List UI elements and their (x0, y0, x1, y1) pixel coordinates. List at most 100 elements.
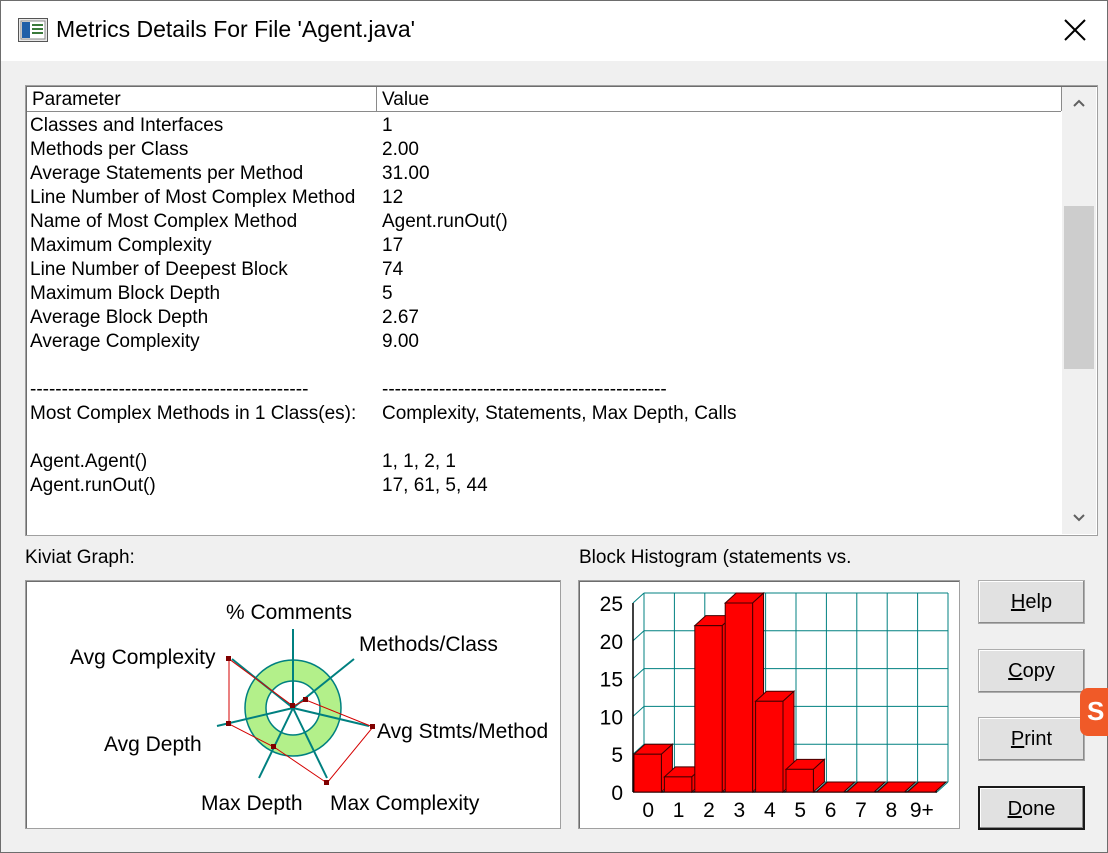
table-row[interactable] (30, 354, 1030, 378)
kiviat-axis-label: Methods/Class (359, 633, 498, 656)
value-cell: 1 (382, 115, 393, 136)
table-row[interactable]: Classes and Interfaces 1 (30, 114, 1030, 138)
kiviat-axis-label: Max Complexity (330, 792, 480, 815)
chevron-down-icon (1073, 514, 1085, 522)
table-row[interactable]: ----------------------------------------… (30, 378, 1030, 402)
parameter-cell: Agent.Agent() (30, 451, 148, 472)
parameter-cell: Maximum Block Depth (30, 283, 221, 304)
histogram-x-tick-label: 9+ (910, 799, 934, 822)
kiviat-axis-label: % Comments (226, 601, 352, 624)
parameter-cell: Average Complexity (30, 331, 200, 352)
parameter-cell: Line Number of Most Complex Method (30, 187, 356, 208)
parameter-cell: Average Block Depth (30, 307, 209, 328)
scroll-up-button[interactable] (1062, 87, 1096, 121)
value-cell: 2.67 (382, 307, 419, 328)
value-cell: Agent.runOut() (382, 211, 508, 232)
metrics-table[interactable]: Parameter Value Classes and Interfaces 1 M… (25, 85, 1098, 536)
done-accel: D (1007, 798, 1023, 820)
value-cell: 31.00 (382, 163, 430, 184)
input-method-badge[interactable]: S (1080, 688, 1108, 736)
table-row[interactable]: Agent.runOut() 17, 61, 5, 44 (30, 474, 1030, 498)
table-row[interactable]: Average Statements per Method 31.00 (30, 162, 1030, 186)
help-label: elp (1025, 591, 1053, 613)
kiviat-graph: % Comments Methods/Class Avg Stmts/Metho… (25, 580, 561, 829)
histogram-canvas: 05101520250 1 2 3 4 5 6 7 8 9+ (600, 591, 949, 822)
table-row[interactable]: Agent.Agent() 1, 1, 2, 1 (30, 450, 1030, 474)
parameter-cell: Line Number of Deepest Block (30, 259, 288, 280)
value-cell: Complexity, Statements, Max Depth, Calls (382, 403, 737, 424)
histogram-y-tick-label: 20 (600, 631, 623, 654)
block-histogram-label: Block Histogram (statements vs. (579, 547, 852, 568)
parameter-cell: ----------------------------------------… (30, 379, 309, 400)
histogram-y-tick-label: 5 (611, 744, 623, 767)
histogram-bar (755, 700, 784, 793)
value-cell: 1, 1, 2, 1 (382, 451, 456, 472)
histogram-x-tick-label: 0 (642, 799, 654, 822)
histogram-y-tick-label: 10 (600, 706, 623, 729)
parameter-cell: Agent.runOut() (30, 475, 156, 496)
histogram-x-tick-label: 5 (794, 799, 806, 822)
table-row[interactable]: Most Complex Methods in 1 Class(es): Comp… (30, 402, 1030, 426)
histogram-gridline (632, 668, 645, 679)
print-button[interactable]: Print (978, 717, 1085, 761)
scroll-down-button[interactable] (1062, 500, 1096, 534)
table-row[interactable]: Methods per Class 2.00 (30, 138, 1030, 162)
value-cell: 9.00 (382, 331, 419, 352)
parameter-cell: Methods per Class (30, 139, 189, 160)
print-accel: P (1010, 728, 1025, 750)
kiviat-axis-label: Avg Complexity (70, 646, 216, 669)
histogram-bar (694, 625, 723, 793)
parameter-cell: Name of Most Complex Method (30, 211, 298, 232)
copy-label: opy (1022, 660, 1055, 682)
value-cell: 17, 61, 5, 44 (382, 475, 488, 496)
help-accel: H (1010, 591, 1026, 613)
close-button[interactable] (1046, 1, 1107, 61)
column-header-value[interactable]: Value (377, 87, 1062, 111)
title-bar: Metrics Details For File 'Agent.java' (1, 1, 1107, 61)
value-cell: 74 (382, 259, 404, 280)
histogram-bar (663, 776, 693, 793)
histogram-bar (724, 602, 754, 793)
close-icon (1064, 19, 1086, 41)
table-row[interactable]: Maximum Complexity 17 (30, 234, 1030, 258)
histogram-bar (633, 753, 662, 793)
block-histogram: 0 5 10 15 20 25 0 1 2 3 4 5 6 7 8 9+ (578, 580, 960, 829)
histogram-bar (785, 768, 814, 793)
histogram-gridline (632, 592, 645, 604)
value-cell: 5 (382, 283, 393, 304)
copy-button[interactable]: Copy (978, 649, 1085, 693)
table-row[interactable]: Maximum Block Depth 5 (30, 282, 1030, 306)
histogram-x-tick-label: 4 (764, 799, 776, 822)
histogram-y-tick-label: 25 (600, 593, 623, 616)
histogram-x-tick-label: 8 (886, 799, 898, 822)
table-header: Parameter Value (27, 87, 1062, 112)
app-window-icon (18, 18, 48, 42)
histogram-y-tick-label: 0 (611, 782, 623, 805)
vertical-scrollbar[interactable] (1062, 87, 1096, 534)
copy-accel: C (1008, 660, 1023, 682)
kiviat-axis-label: Avg Depth (104, 733, 202, 756)
done-button[interactable]: Done (978, 786, 1085, 830)
kiviat-axis-label: Max Depth (201, 792, 303, 815)
table-row[interactable]: Average Complexity 9.00 (30, 330, 1030, 354)
scroll-thumb[interactable] (1064, 206, 1094, 369)
kiviat-graph-canvas: % Comments Methods/Class Avg Stmts/Metho… (70, 601, 548, 815)
value-cell: 17 (382, 235, 404, 256)
table-row[interactable]: Line Number of Deepest Block 74 (30, 258, 1030, 282)
table-row[interactable] (30, 426, 1030, 450)
table-row[interactable]: Average Block Depth 2.67 (30, 306, 1030, 330)
value-cell: 12 (382, 187, 404, 208)
kiviat-graph-label: Kiviat Graph: (25, 547, 135, 568)
histogram-x-tick-label: 7 (855, 799, 867, 822)
parameter-cell: Average Statements per Method (30, 163, 304, 184)
table-row[interactable]: Name of Most Complex Method Agent.runOut(… (30, 210, 1030, 234)
histogram-gridline (632, 706, 645, 717)
column-header-parameter[interactable]: Parameter (27, 87, 377, 111)
histogram-gridline (632, 630, 645, 642)
help-button[interactable]: Help (978, 580, 1085, 624)
histogram-x-tick-label: 1 (673, 799, 685, 822)
table-row[interactable]: Line Number of Most Complex Method 12 (30, 186, 1030, 210)
value-cell: ----------------------------------------… (382, 379, 667, 400)
chevron-up-icon (1073, 99, 1085, 107)
parameter-cell: Classes and Interfaces (30, 115, 224, 136)
